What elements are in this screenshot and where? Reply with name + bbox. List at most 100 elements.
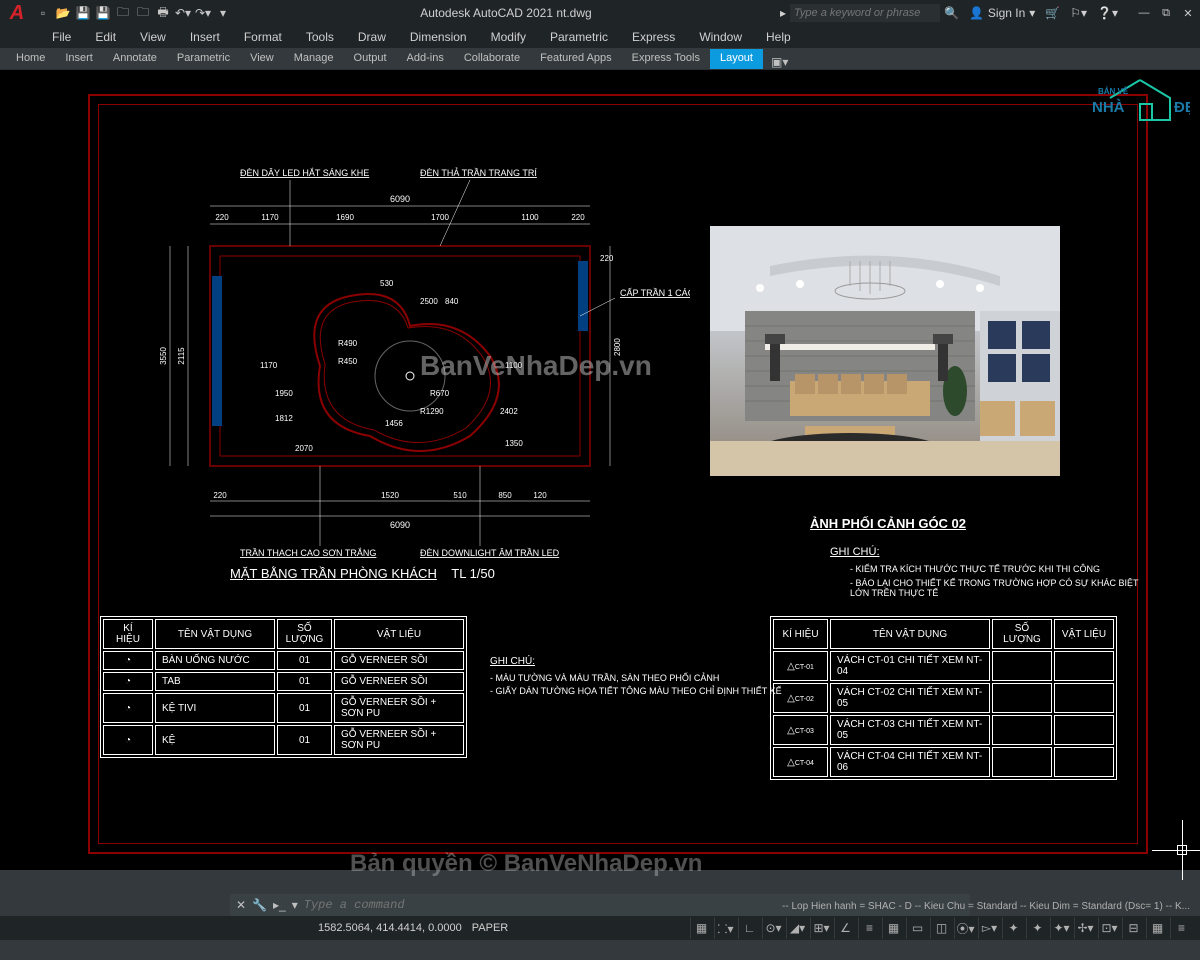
app-logo[interactable]: A bbox=[4, 0, 30, 26]
search-icon[interactable]: 🔍 bbox=[944, 6, 959, 20]
cmdline-dropdown-icon[interactable]: ▾ bbox=[292, 898, 298, 912]
cmdline-wrench-icon[interactable]: 🔧 bbox=[252, 898, 267, 912]
header-search-input[interactable] bbox=[790, 4, 940, 22]
svg-text:1700: 1700 bbox=[431, 213, 449, 222]
snap-icon[interactable]: ⸬▾ bbox=[714, 917, 736, 939]
svg-text:ĐÈN DOWNLIGHT ÂM TRẦN LED: ĐÈN DOWNLIGHT ÂM TRẦN LED bbox=[420, 548, 560, 558]
print-icon[interactable]: 🖶 bbox=[154, 4, 172, 22]
transparency-icon[interactable]: ▦ bbox=[882, 917, 904, 939]
exchange-icon[interactable]: ⚐▾ bbox=[1070, 6, 1087, 20]
svg-text:2800: 2800 bbox=[613, 338, 622, 356]
svg-text:TRẦN THẠCH CAO SƠN TRẮNG: TRẦN THẠCH CAO SƠN TRẮNG bbox=[240, 548, 376, 558]
window-title: Autodesk AutoCAD 2021 nt.dwg bbox=[232, 6, 780, 20]
tab-layout[interactable]: Layout bbox=[710, 49, 763, 69]
save-icon[interactable]: 💾 bbox=[74, 4, 92, 22]
undo-icon[interactable]: ↶▾ bbox=[174, 4, 192, 22]
svg-text:3550: 3550 bbox=[159, 347, 168, 365]
menu-view[interactable]: View bbox=[128, 26, 178, 48]
lineweight-icon[interactable]: ≡ bbox=[858, 917, 880, 939]
space-mode[interactable]: PAPER bbox=[472, 922, 508, 934]
menu-format[interactable]: Format bbox=[232, 26, 294, 48]
svg-text:220: 220 bbox=[215, 213, 229, 222]
tab-collaborate[interactable]: Collaborate bbox=[454, 49, 530, 69]
tab-featured-apps[interactable]: Featured Apps bbox=[530, 49, 622, 69]
coordinates: 1582.5064, 414.4414, 0.0000 bbox=[318, 922, 462, 934]
polar-icon[interactable]: ⊙▾ bbox=[762, 917, 784, 939]
sc-icon[interactable]: ◫ bbox=[930, 917, 952, 939]
tab-annotate[interactable]: Annotate bbox=[103, 49, 167, 69]
tab-addins[interactable]: Add-ins bbox=[397, 49, 454, 69]
units-icon[interactable]: ⊟ bbox=[1122, 917, 1144, 939]
svg-text:R490: R490 bbox=[338, 339, 358, 348]
tab-view[interactable]: View bbox=[240, 49, 284, 69]
new-icon[interactable]: ▫ bbox=[34, 4, 52, 22]
ceiling-plan: 6090 220 1170 1690 1700 1100 220 3550 21… bbox=[120, 146, 690, 566]
close-icon[interactable]: ✕ bbox=[1180, 5, 1196, 21]
signin-button[interactable]: 👤 Sign In ▾ bbox=[969, 6, 1035, 20]
svg-text:120: 120 bbox=[533, 491, 547, 500]
svg-text:2115: 2115 bbox=[177, 347, 186, 365]
ribbon-expand-icon[interactable]: ▣▾ bbox=[771, 55, 788, 69]
render-note-2: - BÁO LẠI CHO THIẾT KẾ TRONG TRƯỜNG HỢP … bbox=[850, 578, 1146, 598]
svg-text:6090: 6090 bbox=[390, 194, 410, 204]
ws-icon[interactable]: ✢▾ bbox=[1074, 917, 1096, 939]
saveas-icon[interactable]: 💾 bbox=[94, 4, 112, 22]
cmdline-close-icon[interactable]: ✕ bbox=[236, 898, 246, 912]
monitor-icon[interactable]: ⊡▾ bbox=[1098, 917, 1120, 939]
drawing-canvas[interactable]: 6090 220 1170 1690 1700 1100 220 3550 21… bbox=[0, 70, 1200, 870]
menu-parametric[interactable]: Parametric bbox=[538, 26, 620, 48]
menu-insert[interactable]: Insert bbox=[178, 26, 232, 48]
render-note-1: - KIỂM TRA KÍCH THƯỚC THỰC TẾ TRƯỚC KHI … bbox=[850, 564, 1100, 574]
tab-parametric[interactable]: Parametric bbox=[167, 49, 240, 69]
ribbon-tabs: Home Insert Annotate Parametric View Man… bbox=[0, 48, 1200, 70]
svg-text:1812: 1812 bbox=[275, 414, 293, 423]
svg-text:1690: 1690 bbox=[336, 213, 354, 222]
cloud-open-icon[interactable]: 🗀 bbox=[114, 4, 132, 22]
tab-output[interactable]: Output bbox=[344, 49, 397, 69]
corner-logo: BẢN VẼ NHÀ ĐẸP bbox=[1090, 76, 1190, 124]
scale-icon[interactable]: ▻▾ bbox=[978, 917, 1000, 939]
menu-window[interactable]: Window bbox=[687, 26, 754, 48]
tab-insert[interactable]: Insert bbox=[55, 49, 103, 69]
menu-modify[interactable]: Modify bbox=[479, 26, 538, 48]
menu-edit[interactable]: Edit bbox=[83, 26, 128, 48]
tab-manage[interactable]: Manage bbox=[284, 49, 344, 69]
status-layer-text: -- Lop Hien hanh = SHAC - D -- Kieu Chu … bbox=[782, 901, 1190, 912]
grid-icon[interactable]: ▦ bbox=[690, 917, 712, 939]
menu-draw[interactable]: Draw bbox=[346, 26, 398, 48]
cart-icon[interactable]: 🛒 bbox=[1045, 6, 1060, 20]
menu-file[interactable]: File bbox=[40, 26, 83, 48]
selection-icon[interactable]: ▭ bbox=[906, 917, 928, 939]
ghichu-left: GHI CHÚ: - MÀU TƯỜNG VÀ MÀU TRẦN, SÀN TH… bbox=[490, 656, 782, 699]
open-icon[interactable]: 📂 bbox=[54, 4, 72, 22]
perspective-render bbox=[710, 226, 1060, 476]
menu-dimension[interactable]: Dimension bbox=[398, 26, 479, 48]
customize-icon[interactable]: ≡ bbox=[1170, 917, 1192, 939]
av2-icon[interactable]: ✦▾ bbox=[1050, 917, 1072, 939]
osnap-icon[interactable]: ⊞▾ bbox=[810, 917, 832, 939]
tab-home[interactable]: Home bbox=[6, 49, 55, 69]
clean-icon[interactable]: ▦ bbox=[1146, 917, 1168, 939]
redo-icon[interactable]: ↷▾ bbox=[194, 4, 212, 22]
help-icon[interactable]: ❔▾ bbox=[1097, 6, 1118, 20]
av-icon[interactable]: ✦ bbox=[1026, 917, 1048, 939]
menu-express[interactable]: Express bbox=[620, 26, 687, 48]
track-icon[interactable]: ∠ bbox=[834, 917, 856, 939]
svg-text:ĐÈN THẢ TRẦN TRANG TRÍ: ĐÈN THẢ TRẦN TRANG TRÍ bbox=[420, 167, 537, 178]
render-title: ẢNH PHỐI CẢNH GÓC 02 bbox=[810, 516, 966, 531]
svg-text:R450: R450 bbox=[338, 357, 358, 366]
signin-dropdown-icon[interactable]: ▾ bbox=[1029, 6, 1035, 20]
menu-help[interactable]: Help bbox=[754, 26, 803, 48]
minimize-icon[interactable]: — bbox=[1136, 5, 1152, 21]
aspace-icon[interactable]: ✦ bbox=[1002, 917, 1024, 939]
qat-dropdown-icon[interactable]: ▾ bbox=[214, 4, 232, 22]
cloud-save-icon[interactable]: 🗀 bbox=[134, 4, 152, 22]
isoplane-icon[interactable]: ◢▾ bbox=[786, 917, 808, 939]
menu-tools[interactable]: Tools bbox=[294, 26, 346, 48]
ortho-icon[interactable]: ∟ bbox=[738, 917, 760, 939]
tab-express-tools[interactable]: Express Tools bbox=[622, 49, 710, 69]
svg-text:510: 510 bbox=[453, 491, 467, 500]
annotation-icon[interactable]: ⦿▾ bbox=[954, 917, 976, 939]
restore-icon[interactable]: ⧉ bbox=[1158, 5, 1174, 21]
user-icon: 👤 bbox=[969, 6, 984, 20]
